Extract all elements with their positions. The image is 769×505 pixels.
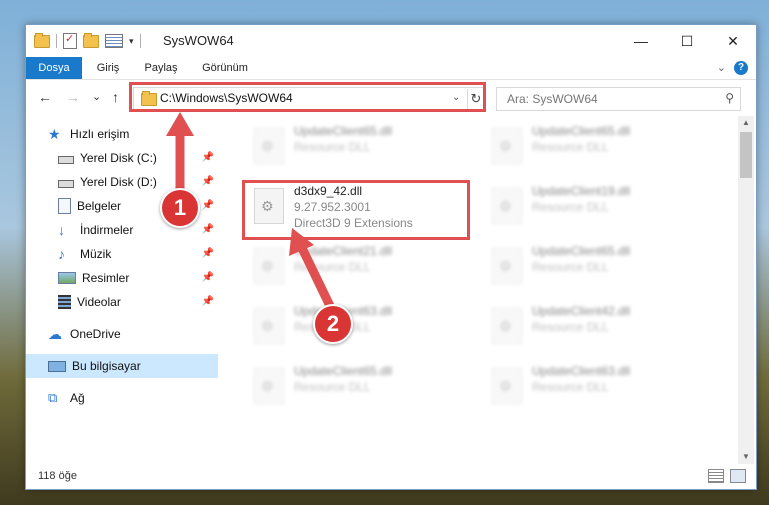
arrow-2-shaft (297, 246, 335, 308)
step-1-badge: 1 (160, 188, 200, 228)
step-2-badge: 2 (313, 304, 353, 344)
arrow-1-head (166, 112, 194, 136)
annotation-arrows (166, 112, 335, 308)
